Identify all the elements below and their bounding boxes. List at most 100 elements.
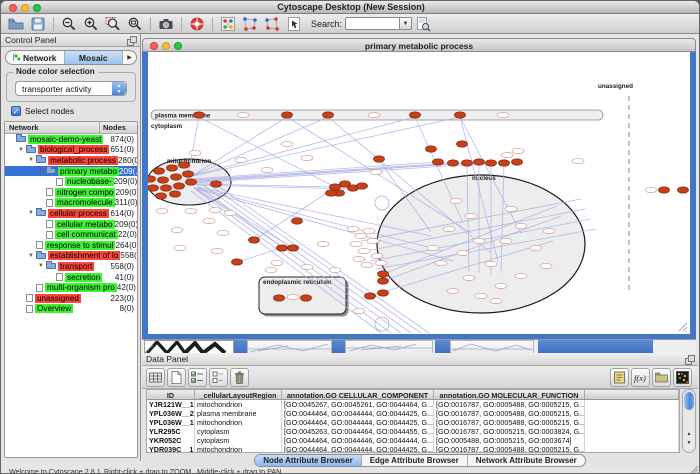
node[interactable] — [485, 261, 497, 266]
node[interactable] — [465, 213, 477, 218]
tree-row-establishment-of-lo[interactable]: ▼establishment of lo558(0) — [5, 251, 137, 262]
tree-row-nitrogen-compo[interactable]: nitrogen compo209(0) — [5, 187, 137, 198]
node[interactable] — [572, 158, 584, 163]
select-attributes-button[interactable] — [188, 368, 207, 387]
tab-network-attribute-browser[interactable]: Network Attribute Browser — [468, 455, 585, 466]
node[interactable] — [330, 184, 341, 190]
table-row[interactable]: YJR121W__1mitochondrion[GO:0045267, GO:0… — [147, 400, 679, 409]
node[interactable] — [410, 112, 421, 118]
node[interactable] — [265, 267, 277, 272]
node[interactable] — [158, 177, 169, 183]
column-header[interactable]: annotation.GO CELLULAR_COMPONENT — [282, 390, 434, 399]
node[interactable] — [261, 167, 273, 172]
layout-b-button[interactable] — [262, 15, 282, 33]
node[interactable] — [358, 248, 370, 253]
node[interactable] — [237, 112, 249, 117]
tree-row-mosaic-demo-yeast[interactable]: mosaic-demo-yeast874(0) — [5, 134, 137, 145]
node[interactable] — [495, 283, 507, 288]
vizmapper-button[interactable] — [218, 15, 238, 33]
expand-arrow-icon[interactable]: ▼ — [38, 261, 46, 271]
node[interactable] — [645, 187, 657, 192]
column-header[interactable]: annotation.GO MOLECULAR_FUNCTION — [434, 390, 585, 399]
table-row[interactable]: YPL036W__2plasma membrane[GO:0044464, GO… — [147, 409, 679, 418]
tree-col-network[interactable]: Network — [5, 122, 99, 133]
node[interactable] — [515, 273, 527, 278]
node[interactable] — [490, 298, 502, 303]
table-row[interactable]: YDR039C__1mitochondrion[GO:0044464, GO:0… — [147, 445, 679, 453]
tabs-overflow-button[interactable]: ▶ — [123, 51, 136, 64]
tree-row-metabolic-process[interactable]: ▼metabolic process280(0) — [5, 155, 137, 166]
node[interactable] — [301, 155, 313, 160]
node[interactable] — [148, 176, 156, 182]
tree-row-transport[interactable]: ▼transport558(0) — [5, 261, 137, 272]
help-button[interactable] — [187, 15, 207, 33]
app-resize-grip[interactable] — [690, 465, 699, 474]
zoom-in-button[interactable] — [81, 15, 101, 33]
node[interactable] — [326, 190, 337, 196]
node[interactable] — [659, 187, 670, 193]
annotation-button[interactable] — [284, 15, 304, 33]
expand-arrow-icon[interactable]: ▼ — [28, 251, 36, 261]
node[interactable] — [277, 245, 288, 251]
network-view-titlebar[interactable]: primary metabolic process — [142, 38, 696, 52]
tree-row-biological-process[interactable]: ▼biological_process651(0) — [5, 145, 137, 156]
background-window-border[interactable] — [234, 340, 247, 354]
expand-arrow-icon[interactable]: ▼ — [18, 145, 26, 155]
node[interactable] — [232, 259, 243, 265]
network-canvas[interactable]: plasma membranecytoplasmmitochondrionnuc… — [148, 52, 690, 334]
node[interactable] — [350, 241, 362, 246]
node[interactable] — [457, 250, 469, 255]
node[interactable] — [156, 193, 167, 199]
node[interactable] — [329, 267, 341, 272]
tree-row-unassigned[interactable]: unassigned223(0) — [5, 293, 137, 304]
node[interactable] — [486, 160, 497, 166]
attribute-table-button[interactable] — [146, 368, 165, 387]
node[interactable] — [235, 157, 247, 162]
node[interactable] — [282, 112, 293, 118]
node[interactable] — [271, 260, 283, 265]
zoom-fit-content-button[interactable] — [125, 15, 145, 33]
table-row[interactable]: YKR052Ccytoplasm[GO:0044464, GO:0044446,… — [147, 436, 679, 445]
node[interactable] — [156, 208, 168, 213]
node[interactable] — [501, 152, 513, 157]
attribute-notes-button[interactable] — [610, 368, 629, 387]
node[interactable] — [194, 112, 205, 118]
tree-row-cell-communicat[interactable]: cell communicat22(0) — [5, 229, 137, 240]
node[interactable] — [367, 238, 379, 243]
tree-row-cellular-metabo[interactable]: cellular metabo209(0) — [5, 219, 137, 230]
snapshot-button[interactable] — [156, 15, 176, 33]
node[interactable] — [301, 295, 312, 301]
node-color-dropdown[interactable]: transporter activity ▲▼ — [15, 81, 127, 96]
node[interactable] — [463, 275, 475, 280]
node[interactable] — [515, 223, 527, 228]
node[interactable] — [217, 230, 229, 235]
node[interactable] — [281, 141, 293, 146]
node[interactable] — [378, 290, 389, 296]
node[interactable] — [363, 228, 375, 233]
node[interactable] — [301, 264, 313, 269]
formula-builder-button[interactable]: f(x) — [631, 368, 650, 387]
expand-arrow-icon[interactable]: ▼ — [28, 155, 36, 165]
layout-a-button[interactable] — [240, 15, 260, 33]
node[interactable] — [368, 112, 380, 117]
node[interactable] — [427, 245, 439, 250]
tab-edge-attribute-browser[interactable]: Edge Attribute Browser — [362, 455, 468, 466]
node[interactable] — [462, 160, 473, 166]
node[interactable] — [357, 183, 368, 189]
tree-col-nodes[interactable]: Nodes — [99, 122, 137, 133]
node[interactable] — [543, 228, 555, 233]
node[interactable] — [474, 159, 485, 165]
tree-row-primary-metabo[interactable]: ▼primary metabo209(... — [5, 166, 137, 177]
node[interactable] — [450, 198, 462, 203]
node[interactable] — [161, 185, 172, 191]
import-attributes-button[interactable] — [652, 368, 671, 387]
table-row[interactable]: YLR295Ccytoplasm[GO:0045263, GO:0044464,… — [147, 427, 679, 436]
new-attribute-button[interactable] — [167, 368, 186, 387]
node[interactable] — [371, 253, 383, 258]
background-window-border[interactable] — [538, 340, 653, 354]
node[interactable] — [170, 191, 181, 197]
scrollbar-arrows[interactable]: ▲▼ — [684, 430, 694, 450]
node[interactable] — [347, 226, 359, 231]
node[interactable] — [167, 165, 178, 171]
tree-row-secretion[interactable]: secretion41(0) — [5, 272, 137, 283]
